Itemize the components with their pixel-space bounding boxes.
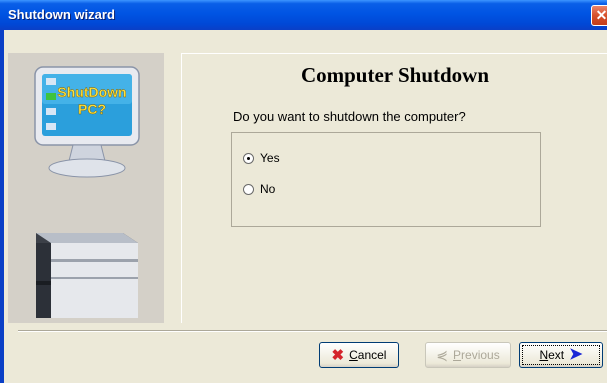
monitor-icon: ShutDown PC? xyxy=(34,66,140,178)
next-button[interactable]: Next ➤ xyxy=(519,342,603,368)
wizard-window: Shutdown wizard ✕ ShutDown PC? Computer … xyxy=(0,0,607,383)
cancel-button[interactable]: ✖ Cancel xyxy=(319,342,399,368)
question-text: Do you want to shutdown the computer? xyxy=(233,109,466,124)
wizard-illustration: ShutDown PC? xyxy=(34,66,140,318)
computer-case-icon xyxy=(36,233,138,318)
window-title: Shutdown wizard xyxy=(8,7,115,22)
option-yes-label[interactable]: Yes xyxy=(260,151,280,165)
monitor-text-line1: ShutDown xyxy=(57,84,126,100)
page-title: Computer Shutdown xyxy=(300,63,490,87)
client-area: ShutDown PC? Computer Shutdown Do you wa… xyxy=(4,30,607,383)
previous-arrow-icon: ⋞ xyxy=(436,347,449,363)
monitor-text-line2: PC? xyxy=(78,101,106,117)
option-no[interactable]: No xyxy=(243,182,275,196)
next-arrow-icon: ➤ xyxy=(569,346,583,363)
previous-button-label: Previous xyxy=(453,348,500,362)
previous-button[interactable]: ⋞ Previous xyxy=(425,342,511,368)
close-button[interactable]: ✕ xyxy=(591,5,607,26)
content-panel: Computer Shutdown Do you want to shutdow… xyxy=(181,53,607,323)
radio-no[interactable] xyxy=(243,183,254,195)
options-group: Yes No xyxy=(231,132,541,227)
cancel-icon: ✖ xyxy=(331,346,345,364)
close-icon: ✕ xyxy=(595,7,607,23)
button-separator xyxy=(18,330,607,332)
option-yes[interactable]: Yes xyxy=(243,151,280,165)
left-image-panel: ShutDown PC? xyxy=(8,53,164,323)
title-bar[interactable]: Shutdown wizard ✕ xyxy=(0,0,607,30)
next-button-label: Next xyxy=(539,348,565,362)
cancel-button-label: Cancel xyxy=(349,348,387,362)
option-no-label[interactable]: No xyxy=(260,182,275,196)
radio-yes[interactable] xyxy=(243,152,254,164)
